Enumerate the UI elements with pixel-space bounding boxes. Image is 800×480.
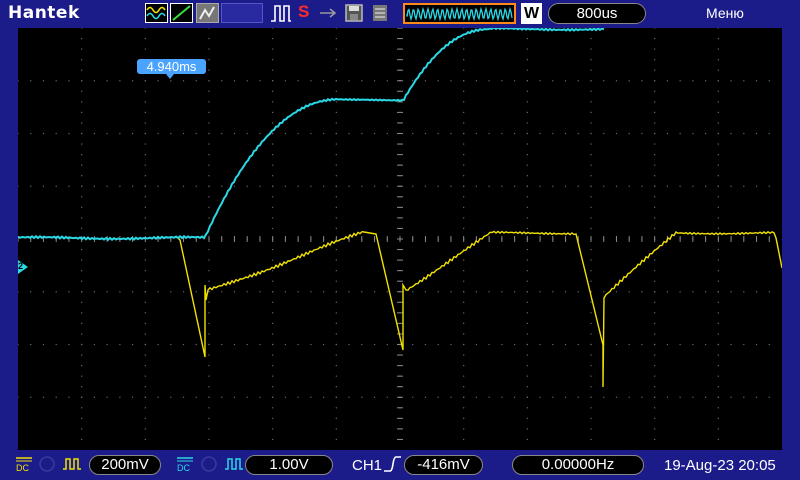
frequency-counter: 0.00000Hz	[512, 455, 644, 475]
ch1-scale[interactable]: 200mV	[89, 455, 161, 475]
wave-icon[interactable]	[145, 3, 168, 23]
trigger-position-arrow	[166, 74, 174, 79]
trigger-slope-icon[interactable]	[382, 454, 402, 474]
trigger-level-value[interactable]: -416mV	[404, 455, 483, 475]
ch2-pulse-icon[interactable]	[224, 455, 243, 473]
ch1-coupling-icon[interactable]: DC	[15, 455, 33, 473]
waveform-overview[interactable]	[403, 3, 516, 24]
usb-icon	[318, 3, 338, 23]
gray-icon[interactable]	[196, 3, 219, 23]
window-badge[interactable]: W	[521, 3, 542, 24]
ch2-scale[interactable]: 1.00V	[245, 455, 333, 475]
ch1-bw-icon[interactable]	[38, 455, 56, 473]
save-icon[interactable]	[344, 3, 364, 23]
ch1-trace	[18, 230, 782, 388]
ch2-coupling-label: DC	[177, 463, 190, 473]
graticule	[18, 28, 770, 441]
print-icon[interactable]	[370, 3, 390, 23]
datetime: 19-Aug-23 20:05	[664, 457, 776, 474]
timebase-value[interactable]: 800us	[548, 3, 646, 24]
menu-button[interactable]: Меню	[706, 5, 744, 21]
slope-icon[interactable]	[170, 3, 193, 23]
waveform-canvas	[18, 28, 782, 441]
ch1-pulse-icon[interactable]	[62, 455, 81, 473]
ch2-bw-icon[interactable]	[200, 455, 218, 473]
stop-status[interactable]: S	[298, 2, 309, 22]
display-mode-icon[interactable]	[221, 3, 263, 23]
run-icon[interactable]	[270, 3, 292, 23]
waveform-display[interactable]: 4.940ms 2	[18, 28, 782, 450]
ch1-coupling-label: DC	[16, 463, 29, 473]
ch2-marker-label: 2	[18, 261, 24, 271]
brand-logo: Hantek	[8, 3, 80, 23]
trigger-position-marker[interactable]: 4.940ms	[137, 59, 206, 74]
trigger-source[interactable]: CH1	[352, 457, 382, 474]
top-status-bar: Hantek S W 800us Меню	[0, 0, 800, 28]
ch2-coupling-icon[interactable]: DC	[176, 455, 194, 473]
